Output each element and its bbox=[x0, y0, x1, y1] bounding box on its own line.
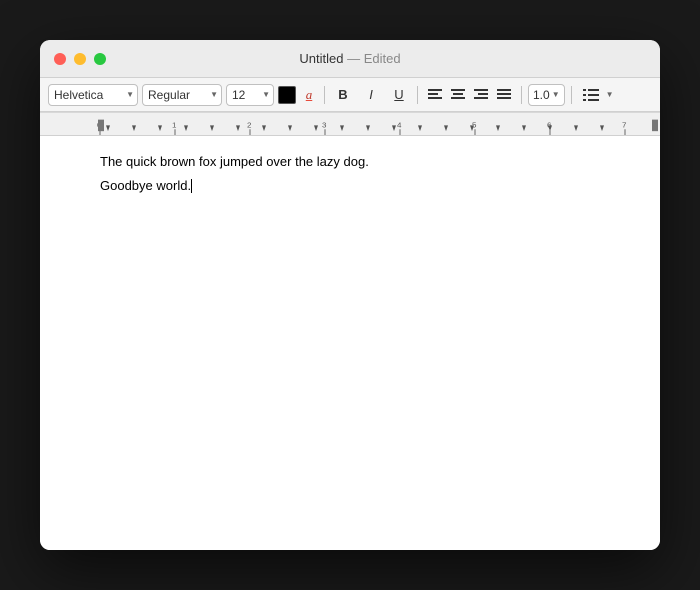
svg-text:1: 1 bbox=[172, 120, 176, 129]
app-window: Untitled — Edited Helvetica ▼ Regular ▼ … bbox=[40, 40, 660, 550]
font-style-select[interactable]: Regular bbox=[142, 84, 222, 106]
font-family-wrapper[interactable]: Helvetica ▼ bbox=[48, 84, 138, 106]
align-group bbox=[424, 84, 515, 106]
window-controls bbox=[40, 53, 106, 65]
svg-text:7: 7 bbox=[622, 120, 626, 129]
separator-4 bbox=[571, 86, 572, 104]
content-line-2-text: Goodbye world. bbox=[100, 178, 191, 193]
edited-label: — Edited bbox=[347, 51, 400, 66]
ruler: 0 1 2 3 4 bbox=[40, 112, 660, 136]
svg-text:3: 3 bbox=[322, 120, 327, 129]
list-button[interactable] bbox=[578, 84, 604, 106]
toolbar: Helvetica ▼ Regular ▼ 12 ▼ a B I U bbox=[40, 78, 660, 112]
line-height-value: 1.0 bbox=[533, 88, 550, 102]
separator-3 bbox=[521, 86, 522, 104]
align-justify-button[interactable] bbox=[493, 84, 515, 106]
align-center-button[interactable] bbox=[447, 84, 469, 106]
bold-button[interactable]: B bbox=[331, 84, 355, 106]
line-height-select[interactable]: 1.0 ▼ bbox=[528, 84, 565, 106]
maximize-button[interactable] bbox=[94, 53, 106, 65]
highlight-button[interactable]: a bbox=[300, 86, 318, 104]
font-size-wrapper[interactable]: 12 ▼ bbox=[226, 84, 274, 106]
title-bar: Untitled — Edited bbox=[40, 40, 660, 78]
line-height-chevron-icon: ▼ bbox=[552, 90, 560, 99]
content-line-1: The quick brown fox jumped over the lazy… bbox=[100, 152, 600, 172]
svg-text:4: 4 bbox=[397, 120, 402, 129]
svg-text:5: 5 bbox=[472, 120, 477, 129]
content-area[interactable]: The quick brown fox jumped over the lazy… bbox=[40, 136, 660, 550]
document-title: Untitled bbox=[299, 51, 343, 66]
text-cursor bbox=[191, 179, 192, 193]
separator-1 bbox=[324, 86, 325, 104]
underline-button[interactable]: U bbox=[387, 84, 411, 106]
close-button[interactable] bbox=[54, 53, 66, 65]
content-line-2: Goodbye world. bbox=[100, 176, 600, 196]
font-style-wrapper[interactable]: Regular ▼ bbox=[142, 84, 222, 106]
italic-button[interactable]: I bbox=[359, 84, 383, 106]
separator-2 bbox=[417, 86, 418, 104]
window-title: Untitled — Edited bbox=[299, 51, 400, 66]
minimize-button[interactable] bbox=[74, 53, 86, 65]
align-left-button[interactable] bbox=[424, 84, 446, 106]
svg-text:6: 6 bbox=[547, 120, 552, 129]
svg-text:2: 2 bbox=[247, 120, 251, 129]
font-family-select[interactable]: Helvetica bbox=[48, 84, 138, 106]
color-swatch[interactable] bbox=[278, 86, 296, 104]
font-size-select[interactable]: 12 bbox=[226, 84, 274, 106]
align-right-button[interactable] bbox=[470, 84, 492, 106]
list-chevron-icon: ▼ bbox=[606, 90, 614, 99]
